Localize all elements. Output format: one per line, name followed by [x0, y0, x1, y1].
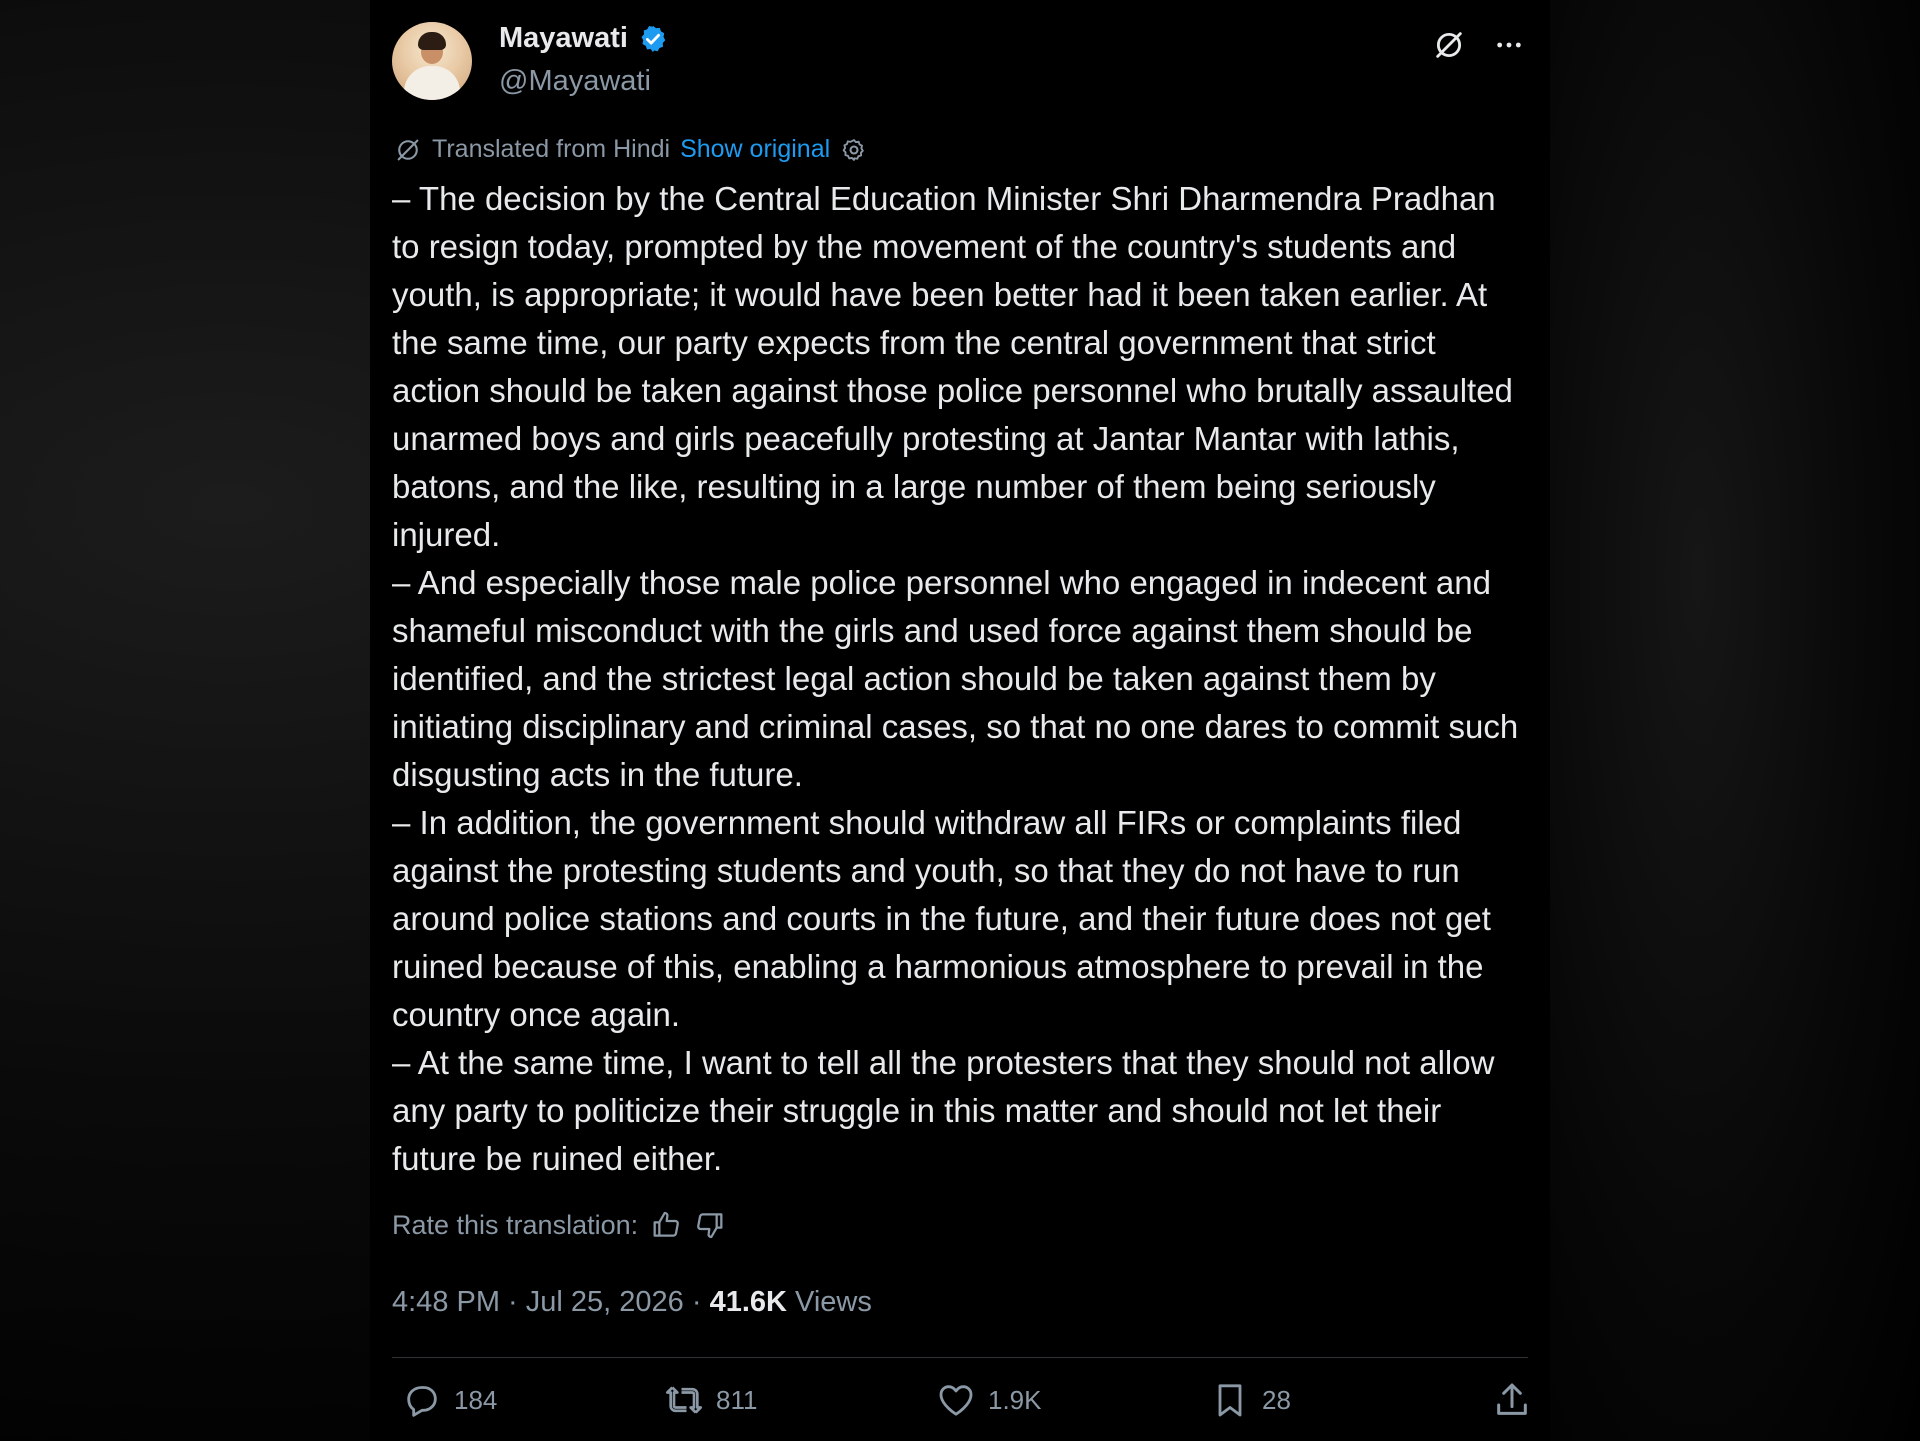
- meta-separator: ·: [500, 1286, 526, 1318]
- author-info: Mayawati @Mayawati: [499, 22, 668, 98]
- background-blur-right: [1550, 0, 1920, 1441]
- more-options-icon[interactable]: [1490, 26, 1528, 64]
- thumbs-down-icon[interactable]: [694, 1209, 726, 1241]
- translate-icon: [397, 139, 419, 160]
- bookmark-count: 28: [1262, 1384, 1291, 1415]
- thumbs-up-icon[interactable]: [650, 1209, 682, 1241]
- share-button[interactable]: [1492, 1380, 1532, 1420]
- reply-count: 184: [454, 1384, 498, 1415]
- tweet-actions: 184 811 1.9K 28: [402, 1380, 1528, 1436]
- meta-separator: ·: [683, 1286, 710, 1318]
- tweet-card: Mayawati @Mayawati Translated from Hindi…: [370, 0, 1550, 1441]
- tweet-meta: 4:48 PM · Jul 25, 2026 · 41.6K Views: [392, 1286, 872, 1319]
- grok-icon[interactable]: [1430, 26, 1468, 64]
- share-icon: [1497, 1383, 1527, 1415]
- tweet-date[interactable]: Jul 25, 2026: [526, 1286, 684, 1318]
- tweet-paragraph: – At the same time, I want to tell all t…: [392, 1044, 1495, 1177]
- translation-notice: Translated from Hindi Show original: [394, 135, 868, 164]
- bookmark-icon: [1218, 1384, 1242, 1417]
- rate-translation: Rate this translation:: [392, 1209, 726, 1241]
- tweet-paragraph: – The decision by the Central Education …: [392, 180, 1513, 553]
- avatar[interactable]: [392, 22, 472, 100]
- show-original-link[interactable]: Show original: [680, 135, 830, 164]
- tweet-time[interactable]: 4:48 PM: [392, 1286, 500, 1318]
- tweet-text: – The decision by the Central Education …: [392, 175, 1532, 1183]
- repost-button[interactable]: 811: [664, 1380, 757, 1420]
- views-label: Views: [786, 1286, 872, 1318]
- reply-button[interactable]: 184: [402, 1380, 497, 1420]
- like-button[interactable]: 1.9K: [936, 1380, 1042, 1420]
- repost-count: 811: [716, 1384, 758, 1415]
- translated-from-label: Translated from Hindi: [432, 135, 671, 163]
- tweet-header: Mayawati @Mayawati: [392, 22, 1550, 102]
- header-actions: [1430, 26, 1528, 64]
- tweet-paragraph: – In addition, the government should wit…: [392, 804, 1491, 1033]
- divider: [392, 1357, 1528, 1358]
- views-count: 41.6K: [709, 1286, 787, 1318]
- verified-badge-icon: [641, 25, 666, 52]
- bookmark-button[interactable]: 28: [1210, 1380, 1291, 1420]
- repost-icon: [666, 1386, 702, 1414]
- tweet-paragraph: – And especially those male police perso…: [392, 564, 1519, 793]
- reply-icon: [407, 1386, 437, 1417]
- settings-icon[interactable]: [840, 136, 868, 164]
- heart-icon: [939, 1385, 973, 1416]
- author-name[interactable]: Mayawati: [499, 22, 628, 55]
- author-handle[interactable]: @Mayawati: [499, 65, 668, 98]
- like-count: 1.9K: [988, 1384, 1042, 1415]
- rate-translation-label: Rate this translation:: [392, 1209, 639, 1240]
